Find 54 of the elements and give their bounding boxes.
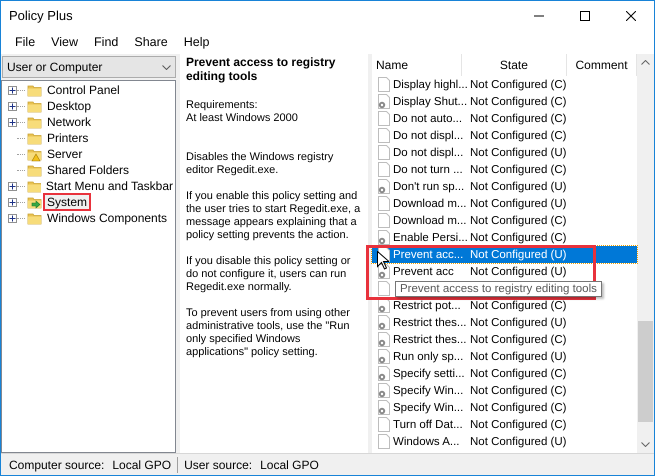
policy-name: Restrict thes... — [393, 334, 466, 346]
policy-name: Turn off Dat... — [393, 418, 464, 430]
policy-name: Display highl... — [393, 78, 466, 90]
policy-name: Do not turn ... — [393, 164, 464, 176]
status-label: Computer source: — [8, 458, 106, 472]
description-text: Requirements: At least Windows 2000 — [186, 99, 299, 125]
policy-name: Do not displ... — [393, 130, 464, 142]
policy-name: Prevent acc — [393, 266, 455, 278]
policy-state: Not Configured (C) — [470, 402, 567, 414]
policy-state: Not Configured (U) — [470, 316, 567, 328]
policy-title: Prevent access to registry editing tools — [186, 56, 336, 83]
policy-name: Enable Persi... — [393, 232, 466, 244]
description-text: Disables the Windows registry editor Regedit.exe. — [186, 151, 334, 177]
policy-name: Windows A... — [393, 436, 460, 448]
policy-state: Not Configured (C) — [470, 130, 567, 142]
policy-state: Not Configured (C) — [470, 384, 567, 396]
policy-name: Restrict pot... — [393, 300, 462, 312]
policy-name: Do not auto... — [393, 112, 464, 124]
policy-state: Not Configured (U) — [470, 146, 567, 158]
policy-state: Not Configured (U) — [470, 248, 567, 260]
policy-state: Not Configured (U) — [470, 266, 567, 278]
policy-name: Specify setti... — [393, 368, 466, 380]
window-title: Policy Plus — [8, 8, 74, 23]
policy-state: Not Configured (C) — [470, 232, 567, 244]
policy-name: Specify Win... — [393, 384, 464, 396]
policy-name: Don't run sp... — [393, 180, 466, 192]
policy-name: Display Shut... — [393, 96, 466, 108]
policy-state: Not Configured (C) — [470, 96, 567, 108]
description-text: If you enable this policy setting and the user tries to start Regedit.exe, a message appears explaining that a policy setting prevents the action. — [186, 190, 362, 242]
policy-name: Restrict thes... — [393, 316, 466, 328]
policy-state: Not Configured (U) — [470, 350, 567, 362]
policy-name: Run only sp... — [393, 350, 464, 362]
policy-state: Not Configured (C) — [470, 112, 567, 124]
policy-name: Download m... — [393, 214, 466, 226]
policy-state: Not Configured (C) — [470, 300, 567, 312]
policy-state: Not Configured (U) — [470, 436, 567, 448]
status-value: Local GPO — [111, 458, 172, 472]
policy-name: Download m... — [393, 198, 466, 210]
policy-name: Prevent acc... — [393, 248, 464, 260]
policy-name: Do not displ... — [393, 146, 464, 158]
policy-state: Not Configured (C) — [470, 214, 567, 226]
policy-state: Not Configured (C) — [470, 78, 567, 90]
status-value: Local GPO — [259, 458, 320, 472]
description-text: To prevent users from using other administrative tools, use the "Run only specified Windows applications" policy setting. — [186, 307, 351, 359]
description-text: If you disable this policy setting or do not configure it, users can run Regedit.exe normally. — [186, 255, 352, 294]
status-label: User source: — [183, 458, 254, 472]
policy-state: Not Configured (C) — [470, 368, 567, 380]
policy-state: Not Configured (U) — [470, 180, 567, 192]
policy-state: Not Configured (C) — [470, 418, 567, 430]
policy-state: Not Configured (C) — [470, 334, 567, 346]
policy-state: Not Configured (U) — [470, 198, 567, 210]
policy-state: Not Configured (C) — [470, 164, 567, 176]
policy-name: Specify Win... — [393, 402, 464, 414]
tooltip: Prevent access to registry editing tools — [395, 281, 602, 297]
